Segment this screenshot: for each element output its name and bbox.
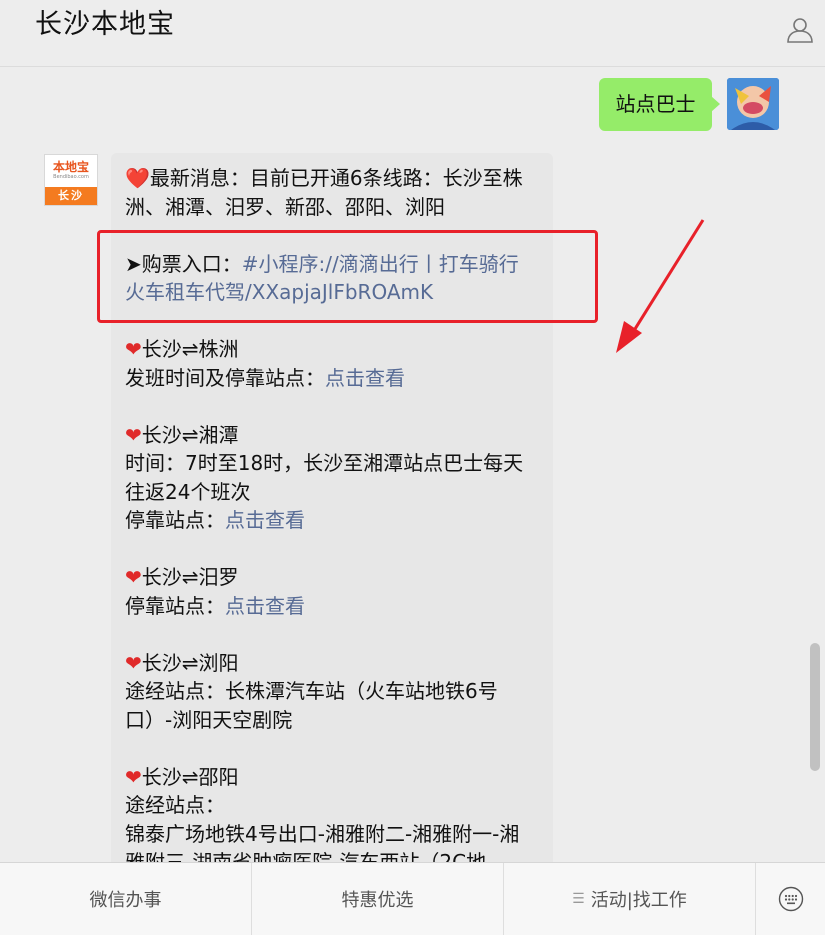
route-line: 发班时间及停靠站点： xyxy=(125,365,325,390)
route-link[interactable]: 点击查看 xyxy=(325,366,405,390)
avatar-logo-text: 本地宝 xyxy=(52,160,89,174)
news-text: 最新消息：目前已开通6条线路：长沙至株洲、湘潭、汨罗、新邵、邵阳、浏阳 xyxy=(125,166,523,219)
highlight-box xyxy=(97,230,598,323)
route-link[interactable]: 点击查看 xyxy=(225,594,305,618)
route-title: 长沙⇌汨罗 xyxy=(141,565,239,589)
menu-label: 活动|找工作 xyxy=(590,890,687,911)
chat-header: 长沙本地宝 xyxy=(0,0,825,67)
route-title: 长沙⇌湘潭 xyxy=(141,422,239,447)
avatar-logo-sub: Bendibao.com xyxy=(53,174,89,180)
route-title: 长沙⇌邵阳 xyxy=(141,764,239,789)
scrollbar[interactable] xyxy=(810,643,820,771)
route-line: 途经站点： xyxy=(125,793,225,817)
outgoing-message[interactable]: 站点巴士 xyxy=(599,78,720,131)
route-line: 时间：7时至18时，长沙至湘潭站点巴士每天往返24个班次 xyxy=(125,451,524,504)
keyboard-icon xyxy=(778,886,803,912)
route-line: 锦泰广场地铁4号出口-湘雅附二-湘雅附一-湘雅附三-湖南省肿瘤医院-汽车西站（2… xyxy=(125,821,520,863)
user-icon[interactable] xyxy=(786,16,814,44)
heart-icon: ❤ xyxy=(125,422,142,447)
heart-icon: ❤ xyxy=(125,337,142,361)
route-link[interactable]: 点击查看 xyxy=(225,508,305,532)
menu-item-wechat-service[interactable]: 微信办事 xyxy=(0,863,252,935)
bottom-menu: 微信办事 特惠优选 ☰ 活动|找工作 xyxy=(0,862,825,935)
bot-avatar[interactable]: 本地宝 Bendibao.com 长沙 xyxy=(44,154,98,206)
heart-icon: ❤ xyxy=(125,650,142,675)
heart-icon: ❤️ xyxy=(125,166,150,190)
route-line: 停靠站点： xyxy=(125,593,225,618)
heart-icon: ❤ xyxy=(125,565,142,589)
my-avatar[interactable] xyxy=(727,78,779,130)
route-title: 长沙⇌浏阳 xyxy=(141,650,239,675)
red-arrow-icon xyxy=(616,219,705,353)
route-title: 长沙⇌株洲 xyxy=(141,337,239,361)
menu-label: 微信办事 xyxy=(89,890,162,911)
chat-title: 长沙本地宝 xyxy=(35,9,175,40)
menu-item-activities-jobs[interactable]: ☰ 活动|找工作 xyxy=(504,863,756,935)
menu-item-deals[interactable]: 特惠优选 xyxy=(252,863,504,935)
chat-area[interactable]: 站点巴士 本地宝 Bendibao.com 长沙 ❤️最新消息：目前已开通6条线… xyxy=(0,67,825,862)
route-line: 停靠站点： xyxy=(125,508,225,532)
keyboard-toggle-button[interactable] xyxy=(756,863,825,935)
heart-icon: ❤ xyxy=(125,764,142,789)
route-line: 途经站点：长株潭汽车站（火车站地铁6号口）-浏阳天空剧院 xyxy=(125,679,498,732)
submenu-icon: ☰ xyxy=(572,891,585,907)
menu-label: 特惠优选 xyxy=(341,890,414,911)
avatar-city: 长沙 xyxy=(45,187,97,205)
